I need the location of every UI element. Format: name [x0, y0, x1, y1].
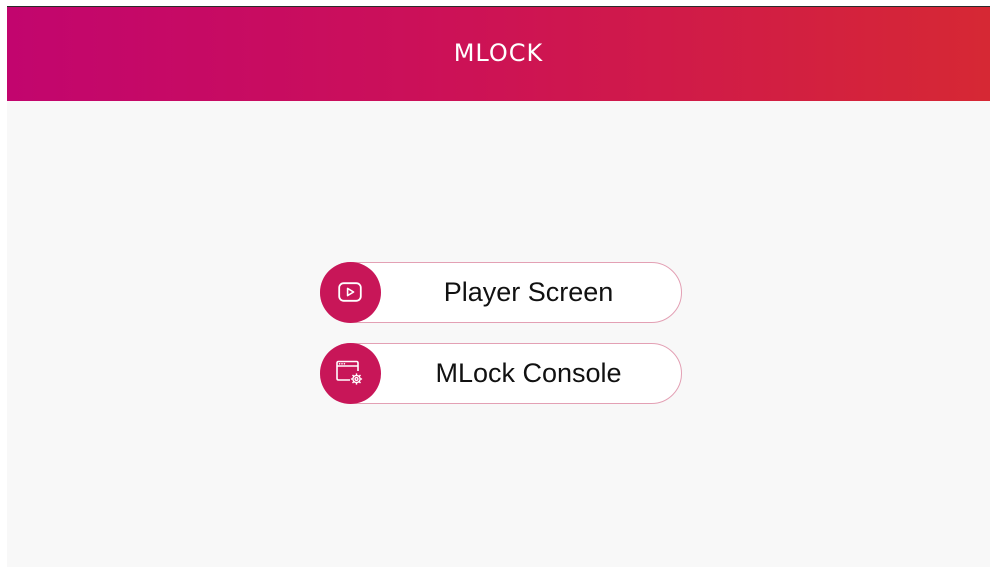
- player-screen-button[interactable]: Player Screen: [319, 261, 682, 323]
- app-header: MLOCK: [7, 7, 990, 101]
- device-frame: MLOCK Player Screen MLock Console: [0, 0, 990, 567]
- mlock-console-button[interactable]: MLock Console: [319, 342, 682, 404]
- player-screen-label: Player Screen: [443, 277, 614, 307]
- play-video-icon: [319, 261, 381, 323]
- main-menu: Player Screen MLock Console: [319, 261, 682, 424]
- app-title: MLOCK: [453, 39, 544, 67]
- app-screen: MLOCK Player Screen MLock Console: [7, 7, 990, 567]
- mlock-console-label: MLock Console: [435, 358, 622, 388]
- console-settings-icon: [319, 342, 381, 404]
